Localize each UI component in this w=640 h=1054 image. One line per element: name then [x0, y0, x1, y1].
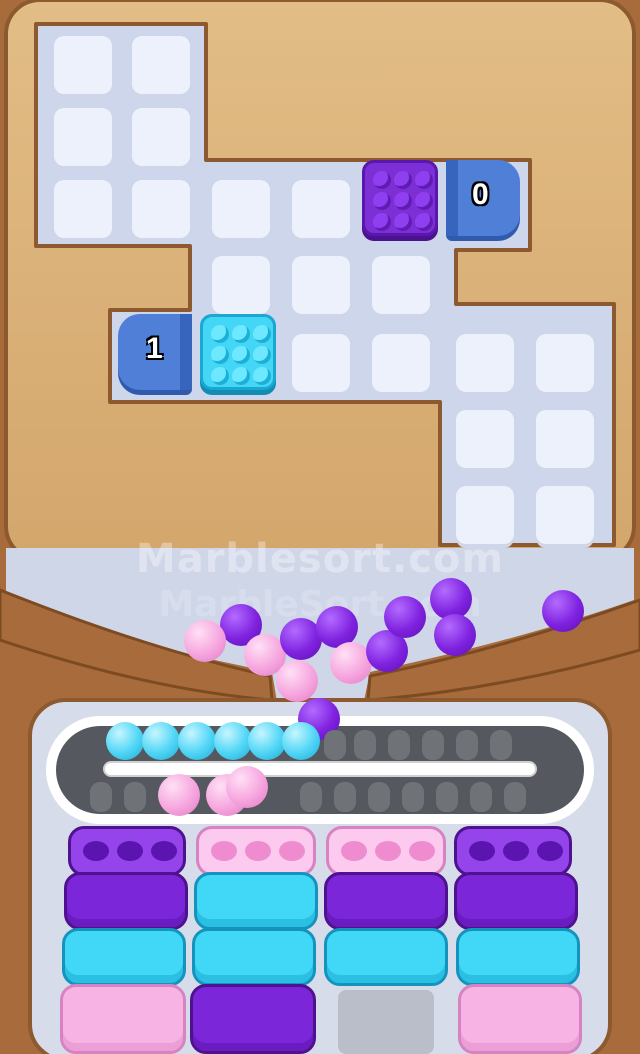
- tube-layer-cyan[interactable]: [192, 928, 316, 986]
- belt-slot: [436, 782, 458, 812]
- floor-tile: [372, 334, 430, 392]
- floor-tile: [54, 108, 112, 166]
- marble-cyan: [106, 722, 144, 760]
- tube-layer-pink[interactable]: [458, 984, 582, 1054]
- marble-purple: [542, 590, 584, 632]
- floor-tile: [536, 486, 594, 544]
- floor-tile: [212, 180, 270, 238]
- marble-pink: [276, 660, 318, 702]
- marble-pink: [226, 766, 268, 808]
- floor-tile: [292, 334, 350, 392]
- floor-tile: [456, 410, 514, 468]
- floor-tile: [212, 256, 270, 314]
- floor-tile: [456, 486, 514, 544]
- tube-layer-purple[interactable]: [454, 872, 578, 930]
- floor-tile: [54, 36, 112, 94]
- belt-slot: [368, 782, 390, 812]
- belt-slot: [422, 730, 444, 760]
- purple-marble-block[interactable]: [362, 160, 438, 236]
- cannon-band: [180, 314, 192, 390]
- tube-top-purple[interactable]: [68, 826, 186, 876]
- marble-pink: [184, 620, 226, 662]
- belt-slot: [402, 782, 424, 812]
- marble-purple: [384, 596, 426, 638]
- floor-tile: [372, 256, 430, 314]
- marble-cyan: [214, 722, 252, 760]
- belt-slot: [324, 730, 346, 760]
- floor-tile: [292, 180, 350, 238]
- floor-tile: [54, 180, 112, 238]
- marble-cyan: [282, 722, 320, 760]
- tube-layer-cyan[interactable]: [194, 872, 318, 930]
- marble-dots: [211, 325, 271, 385]
- marble-cyan: [248, 722, 286, 760]
- floor-tile: [132, 36, 190, 94]
- belt-slot: [90, 782, 112, 812]
- cannon-count: 1: [146, 332, 163, 365]
- floor-tile: [456, 334, 514, 392]
- floor-tile: [536, 334, 594, 392]
- cannon-band: [446, 160, 458, 236]
- tube-layer-purple[interactable]: [324, 872, 448, 930]
- floor-tile: [132, 180, 190, 238]
- tube-top-purple[interactable]: [454, 826, 572, 876]
- belt-slot: [124, 782, 146, 812]
- cyan-marble-block[interactable]: [200, 314, 276, 390]
- cannon-middle-left[interactable]: 1: [118, 314, 192, 390]
- tube-layer-purple[interactable]: [64, 872, 188, 930]
- marble-cyan: [178, 722, 216, 760]
- belt-slot: [334, 782, 356, 812]
- belt-slot: [300, 782, 322, 812]
- floor-tile: [132, 108, 190, 166]
- floor-tile: [536, 410, 594, 468]
- empty-tube-slot: [338, 990, 434, 1054]
- marble-pink: [158, 774, 200, 816]
- belt-slot: [490, 730, 512, 760]
- tube-top-pink[interactable]: [326, 826, 446, 876]
- tube-layer-cyan[interactable]: [456, 928, 580, 986]
- belt-slot: [470, 782, 492, 812]
- belt-slot: [354, 730, 376, 760]
- game-scene: 0 1 Marblesort.com MarbleSort.com: [0, 0, 640, 1054]
- marble-dots: [373, 171, 433, 231]
- cannon-top-right[interactable]: 0: [446, 160, 520, 236]
- belt-slot: [504, 782, 526, 812]
- conveyor-divider: [103, 761, 537, 777]
- tube-layer-cyan[interactable]: [324, 928, 448, 986]
- cannon-count: 0: [472, 178, 489, 211]
- marble-purple: [434, 614, 476, 656]
- belt-slot: [456, 730, 478, 760]
- tube-layer-pink[interactable]: [60, 984, 186, 1054]
- marble-cyan: [142, 722, 180, 760]
- tube-layer-cyan[interactable]: [62, 928, 186, 986]
- floor-tile: [292, 256, 350, 314]
- belt-slot: [388, 730, 410, 760]
- tube-layer-purple[interactable]: [190, 984, 316, 1054]
- tube-top-pink[interactable]: [196, 826, 316, 876]
